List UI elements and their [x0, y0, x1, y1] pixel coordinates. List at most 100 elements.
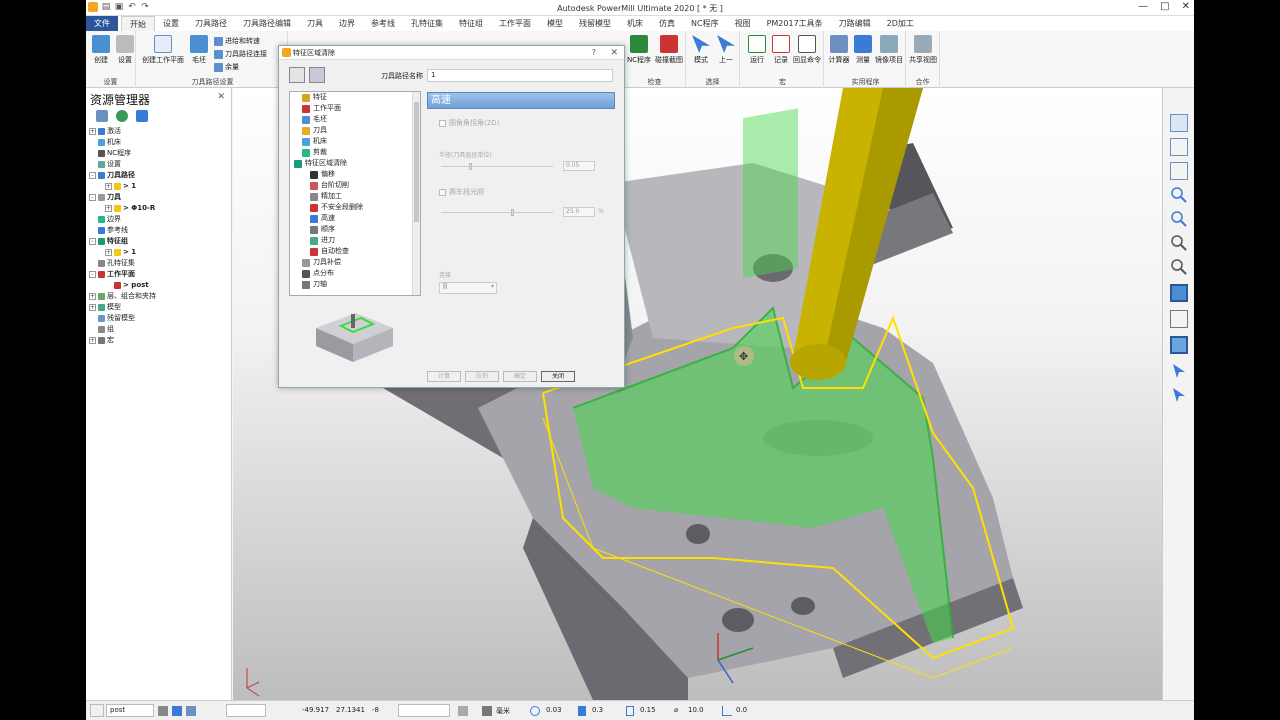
dialog-tree-item[interactable]: 刀具	[290, 125, 420, 136]
tab-0[interactable]: 文件	[86, 16, 118, 31]
smooth-slider[interactable]	[441, 209, 553, 216]
allowance-button[interactable]: 余量	[214, 62, 239, 72]
view-front-icon[interactable]	[1170, 138, 1188, 156]
echo-button[interactable]: 回显命令	[792, 35, 822, 65]
snap-icon[interactable]	[172, 706, 182, 716]
close-button[interactable]: ✕	[1182, 1, 1190, 12]
dialog-tree-item[interactable]: 偏移	[290, 169, 420, 180]
tab-2[interactable]: 设置	[155, 16, 187, 31]
tab-4[interactable]: 刀具路径编辑	[235, 16, 299, 31]
connect-select[interactable]: 直 ▾	[439, 282, 497, 294]
wireframe-icon[interactable]	[1170, 310, 1188, 328]
calculate-button[interactable]: 计算	[427, 371, 461, 382]
smooth-checkbox[interactable]	[439, 188, 446, 196]
dialog-tree-item[interactable]: 进刀	[290, 235, 420, 246]
expand-toggle-icon[interactable]: +	[89, 128, 96, 135]
measure-button[interactable]: 测量	[850, 35, 876, 65]
tree-scrollbar[interactable]	[412, 92, 420, 295]
select-arrow-icon[interactable]	[1170, 362, 1188, 380]
settings-gear-icon[interactable]	[289, 67, 305, 83]
expand-toggle-icon[interactable]: +	[89, 337, 96, 344]
settings-button[interactable]: 设置	[112, 35, 138, 65]
mode-button[interactable]: 模式	[688, 35, 714, 65]
previous-button[interactable]: 上一	[713, 35, 739, 65]
tree-item[interactable]: 机床	[89, 137, 231, 148]
tree-item[interactable]: + > 1	[89, 247, 231, 258]
calculator-button[interactable]: 计算器	[826, 35, 852, 65]
expand-toggle-icon[interactable]: -	[89, 172, 96, 179]
scroll-thumb[interactable]	[414, 102, 419, 222]
close-icon[interactable]: ✕	[217, 92, 225, 102]
delete-icon[interactable]	[136, 110, 148, 122]
tab-11[interactable]: 模型	[539, 16, 571, 31]
tab-16[interactable]: 视图	[727, 16, 759, 31]
shaded-icon[interactable]	[1170, 284, 1188, 302]
tab-10[interactable]: 工作平面	[491, 16, 539, 31]
coord-input[interactable]	[398, 704, 450, 717]
zoom-fit-icon[interactable]	[1170, 258, 1188, 276]
stock-button[interactable]: 毛坯	[186, 35, 212, 65]
close-dialog-button[interactable]: 关闭	[541, 371, 575, 382]
ok-button[interactable]: 确定	[503, 371, 537, 382]
copy-icon[interactable]	[309, 67, 325, 83]
select-undo-icon[interactable]	[1170, 386, 1188, 404]
tree-item[interactable]: NC程序	[89, 148, 231, 159]
view-iso-icon[interactable]	[1170, 162, 1188, 180]
tree-item[interactable]: 参考线	[89, 225, 231, 236]
tree-item[interactable]: + 层、组合和夹持	[89, 291, 231, 302]
tree-item[interactable]: + > 1	[89, 181, 231, 192]
radius-slider-thumb[interactable]	[469, 163, 472, 170]
tree-item[interactable]: - 工作平面	[89, 269, 231, 280]
queue-button[interactable]: 队列	[465, 371, 499, 382]
dialog-tree-item[interactable]: 点分布	[290, 268, 420, 279]
dialog-tree-item[interactable]: 剪裁	[290, 147, 420, 158]
expand-toggle-icon[interactable]: -	[89, 238, 96, 245]
tab-18[interactable]: 刀路编辑	[831, 16, 879, 31]
expand-toggle-icon[interactable]: +	[105, 183, 112, 190]
dialog-tree-item[interactable]: 顺序	[290, 224, 420, 235]
dialog-tree-item[interactable]: 精加工	[290, 191, 420, 202]
expand-toggle-icon[interactable]: +	[89, 304, 96, 311]
expand-toggle-icon[interactable]: -	[89, 271, 96, 278]
tree-item[interactable]: 设置	[89, 159, 231, 170]
tab-5[interactable]: 刀具	[299, 16, 331, 31]
dialog-tree-item[interactable]: 台阶切削	[290, 180, 420, 191]
nc-program-button[interactable]: NC程序	[626, 35, 652, 65]
view-icon[interactable]	[186, 706, 196, 716]
view-top-icon[interactable]	[1170, 114, 1188, 132]
tab-9[interactable]: 特征组	[451, 16, 491, 31]
mirror-button[interactable]: 镜像项目	[874, 35, 904, 65]
tree-item[interactable]: + 模型	[89, 302, 231, 313]
expand-toggle-icon[interactable]: +	[105, 205, 112, 212]
dialog-tree-item[interactable]: 刀具补偿	[290, 257, 420, 268]
tab-17[interactable]: PM2017工具条	[759, 16, 831, 31]
collision-button[interactable]: 碰撞截图	[654, 35, 684, 65]
tab-8[interactable]: 孔特征集	[403, 16, 451, 31]
record-button[interactable]: 记录	[768, 35, 794, 65]
minimize-button[interactable]: —	[1138, 1, 1148, 12]
tab-19[interactable]: 2D加工	[879, 16, 922, 31]
tree-item[interactable]: 边界	[89, 214, 231, 225]
dialog-tree-item[interactable]: 特征	[290, 92, 420, 103]
tree-item[interactable]: + 宏	[89, 335, 231, 346]
transparency-icon[interactable]	[1170, 336, 1188, 354]
run-button[interactable]: 运行	[744, 35, 770, 65]
create-button[interactable]: 创建	[88, 35, 114, 65]
globe-icon[interactable]	[116, 110, 128, 122]
feeds-button[interactable]: 进给和转速	[214, 36, 260, 46]
dialog-tree-item[interactable]: 毛坯	[290, 114, 420, 125]
dialog-tree-item[interactable]: 自动检查	[290, 246, 420, 257]
dialog-tree-item[interactable]: 特征区域清除	[290, 158, 420, 169]
maximize-button[interactable]: □	[1160, 1, 1169, 12]
expand-toggle-icon[interactable]: -	[89, 194, 96, 201]
corner-checkbox[interactable]	[439, 119, 446, 127]
dialog-tree-item[interactable]: 不安全段删除	[290, 202, 420, 213]
tree-item[interactable]: > post	[89, 280, 231, 291]
tab-15[interactable]: NC程序	[683, 16, 727, 31]
workplane-select[interactable]: post	[106, 704, 154, 717]
zoom-box-icon[interactable]	[1170, 234, 1188, 252]
tree-view-icon[interactable]	[96, 110, 108, 122]
tree-item[interactable]: - 特征组	[89, 236, 231, 247]
tab-3[interactable]: 刀具路径	[187, 16, 235, 31]
toolpath-connect-button[interactable]: 刀具路径连接	[214, 49, 267, 59]
